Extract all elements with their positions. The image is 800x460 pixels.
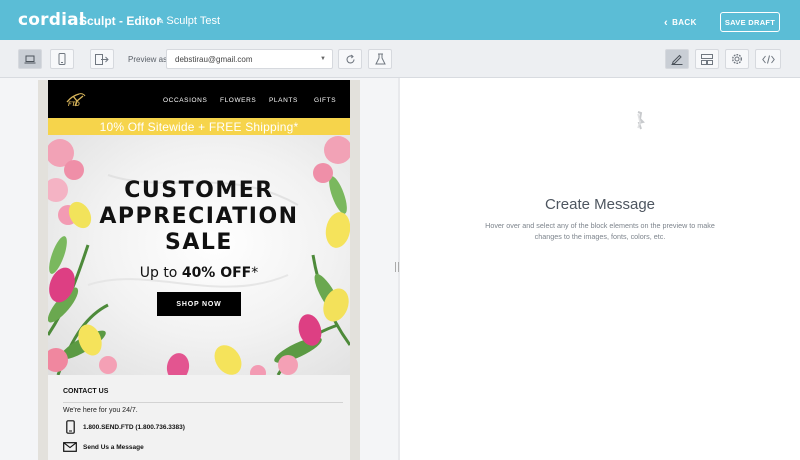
envelope-icon [63, 442, 77, 452]
shop-now-button[interactable]: SHOP NOW [157, 292, 241, 316]
create-message-title: Create Message [544, 196, 656, 213]
create-message-description: Hover over and select any of the block e… [485, 221, 715, 241]
email-preview-panel: FTD OCCASIONS FLOWERS PLANTS GIFTS 10% O… [0, 78, 398, 460]
nav-gifts[interactable]: GIFTS [314, 97, 336, 104]
mobile-view-button[interactable] [50, 49, 74, 69]
exit-preview-button[interactable] [90, 49, 114, 69]
offer-suffix: * [251, 265, 259, 281]
contact-phone[interactable]: 1.800.SEND.FTD (1.800.736.3383) [63, 419, 185, 435]
code-view-button[interactable] [755, 49, 781, 69]
email-preview[interactable]: FTD OCCASIONS FLOWERS PLANTS GIFTS 10% O… [38, 80, 360, 460]
back-label: BACK [672, 18, 697, 27]
chevron-left-icon: ‹ [664, 17, 669, 29]
mouse-cursor-icon [637, 111, 645, 130]
top-header: cordial Sculpt - Editor ✎ Sculpt Test ‹ BA… [0, 0, 800, 40]
contact-message-text: Send Us a Message [83, 443, 144, 451]
settings-button[interactable] [725, 49, 749, 69]
hero-title-line-3: SALE [165, 230, 233, 255]
cordial-logo[interactable]: cordial [18, 10, 85, 30]
gear-icon [731, 53, 743, 65]
project-name-text: Sculpt Test [166, 15, 220, 27]
exit-icon [95, 53, 109, 65]
test-send-button[interactable] [368, 49, 392, 69]
contact-title: CONTACT US [63, 388, 109, 395]
contact-divider [63, 402, 343, 403]
pencil-icon: ✎ [156, 16, 165, 27]
layout-icon [701, 53, 713, 65]
phone-icon [63, 420, 77, 434]
flask-icon [374, 53, 386, 65]
nav-occasions[interactable]: OCCASIONS [163, 97, 207, 104]
ftd-brand-text: FTD [68, 102, 80, 108]
refresh-icon [345, 54, 355, 63]
edit-mode-button[interactable] [665, 49, 689, 69]
hero-title-line-2: APPRECIATION [99, 204, 299, 229]
nav-flowers[interactable]: FLOWERS [220, 97, 256, 104]
back-button[interactable]: ‹ BACK [664, 16, 697, 29]
offer-prefix: Up to [139, 265, 182, 281]
app-title: Sculpt - Editor [79, 14, 161, 28]
caret-down-icon: ▼ [320, 56, 326, 62]
contact-message[interactable]: Send Us a Message [63, 439, 144, 455]
promo-banner[interactable]: 10% Off Sitewide + FREE Shipping* [48, 118, 350, 135]
project-name[interactable]: ✎ Sculpt Test [156, 15, 220, 27]
resize-handle[interactable] [395, 262, 399, 272]
preview-as-label: Preview as [128, 55, 168, 64]
email-nav-bar[interactable]: FTD OCCASIONS FLOWERS PLANTS GIFTS [48, 80, 350, 118]
pencil-icon [671, 54, 683, 65]
editor-toolbar: Preview as debstirau@gmail.com ▼ [0, 40, 800, 78]
contact-section[interactable]: CONTACT US We're here for you 24/7. 1.80… [48, 375, 350, 460]
message-settings-panel: Create Message Hover over and select any… [400, 78, 800, 460]
code-icon [761, 54, 775, 64]
offer-bold: 40% OFF [181, 265, 252, 281]
save-draft-button[interactable]: SAVE DRAFT [720, 12, 780, 32]
hero-banner[interactable]: CUSTOMER APPRECIATION SALE Up to 40% OFF… [48, 135, 350, 375]
preview-as-select[interactable]: debstirau@gmail.com ▼ [166, 49, 333, 69]
contact-phone-text: 1.800.SEND.FTD (1.800.736.3383) [83, 423, 185, 431]
contact-subtitle: We're here for you 24/7. [63, 407, 138, 414]
refresh-button[interactable] [338, 49, 362, 69]
hero-offer: Up to 40% OFF* [48, 265, 350, 281]
mobile-icon [58, 53, 66, 65]
laptop-icon [24, 55, 36, 63]
preview-as-value: debstirau@gmail.com [175, 54, 253, 64]
layout-button[interactable] [695, 49, 719, 69]
hero-title-line-1: CUSTOMER [124, 178, 274, 203]
nav-plants[interactable]: PLANTS [269, 97, 298, 104]
desktop-view-button[interactable] [18, 49, 42, 69]
